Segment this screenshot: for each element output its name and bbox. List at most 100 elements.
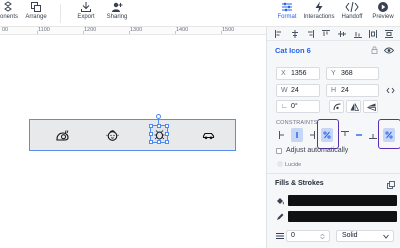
- distribute-vertical-icon[interactable]: [385, 29, 394, 38]
- field-prefix: Y: [331, 70, 336, 77]
- selection-box[interactable]: [149, 124, 169, 144]
- constraint-left-button[interactable]: [277, 128, 289, 142]
- field-value: 0°: [291, 103, 298, 110]
- ruler-label: 1200: [84, 27, 97, 33]
- align-center-horizontal-icon[interactable]: [291, 29, 299, 38]
- resize-handle[interactable]: [149, 124, 153, 128]
- stepper-icon[interactable]: [320, 234, 325, 239]
- stroke-width-field[interactable]: 0: [286, 230, 330, 242]
- constraint-center-v-icon: [356, 134, 362, 136]
- interactions-icon: [315, 1, 323, 13]
- align-bottom-icon[interactable]: [353, 30, 362, 38]
- design-canvas[interactable]: [0, 35, 266, 248]
- ruler-label: 1300: [130, 27, 143, 33]
- link-dimensions-icon[interactable]: [386, 87, 395, 94]
- car-icon[interactable]: [202, 129, 215, 142]
- radius-icon: [333, 103, 341, 111]
- toolbar-label: Preview: [372, 14, 394, 20]
- horizontal-ruler: 00 1100 1200 1300 1400 1500: [0, 27, 266, 35]
- format-tab[interactable]: Format: [273, 1, 301, 26]
- resize-handle[interactable]: [165, 132, 169, 136]
- corner-radius-button[interactable]: [329, 100, 344, 113]
- constraint-right-button[interactable]: [305, 128, 317, 142]
- arrange-icon: [31, 2, 41, 12]
- highlight-box-horizontal-scale: [317, 119, 339, 149]
- width-field[interactable]: W 24: [276, 84, 320, 97]
- stroke-row[interactable]: [276, 211, 397, 222]
- constraint-center-h-icon: [296, 132, 298, 138]
- stroke-style-select[interactable]: Solid: [336, 230, 394, 242]
- rotation-handle[interactable]: [156, 114, 161, 119]
- align-right-icon[interactable]: [306, 29, 315, 38]
- constraint-right-icon: [310, 131, 315, 139]
- sharing-button[interactable]: Sharing: [103, 1, 131, 26]
- height-field[interactable]: H 24: [326, 84, 379, 97]
- components-button[interactable]: onents: [0, 1, 22, 26]
- handoff-tab[interactable]: Handoff: [338, 1, 366, 26]
- rotation-field[interactable]: ∟ 0°: [276, 100, 320, 113]
- preview-tab[interactable]: Preview: [369, 1, 397, 26]
- layer-name[interactable]: Cat Icon 6: [275, 46, 311, 55]
- chevron-down-icon: [383, 234, 389, 239]
- toolbar-label: Handoff: [341, 14, 363, 20]
- alignment-toolbar: [267, 27, 400, 41]
- visibility-eye-icon[interactable]: [384, 47, 394, 54]
- ruler-tick: [37, 31, 38, 34]
- copy-style-icon[interactable]: [387, 181, 395, 189]
- section-divider: [267, 173, 400, 174]
- stroke-width-value: 0: [291, 232, 295, 239]
- align-left-icon[interactable]: [274, 29, 283, 38]
- resize-handle[interactable]: [165, 140, 169, 144]
- resize-handle[interactable]: [165, 124, 169, 128]
- resize-handle[interactable]: [149, 140, 153, 144]
- toolbar-divider: [60, 4, 61, 23]
- y-position-field[interactable]: Y 368: [326, 67, 379, 80]
- adjust-automatically-checkbox[interactable]: [276, 148, 282, 154]
- flip-vertical-button[interactable]: [363, 100, 378, 113]
- toolbar-label: Format: [277, 14, 297, 20]
- bug-icon[interactable]: [154, 129, 165, 140]
- constraint-top-button[interactable]: [339, 128, 351, 142]
- snail-icon[interactable]: [56, 129, 69, 142]
- components-icon: [4, 1, 12, 12]
- field-value: 1356: [291, 70, 307, 77]
- flip-horizontal-button[interactable]: [346, 100, 361, 113]
- toolbar-label: Sharing: [106, 14, 128, 20]
- constraints-label: CONSTRAINTS: [276, 120, 318, 126]
- icon-frame[interactable]: [29, 114, 236, 151]
- handoff-icon: [345, 1, 359, 13]
- interactions-tab[interactable]: Interactions: [302, 1, 336, 26]
- stroke-style-value: Solid: [342, 232, 358, 239]
- field-value: 24: [341, 87, 349, 94]
- stroke-width-icon: [276, 233, 284, 239]
- fill-row[interactable]: [276, 195, 397, 206]
- sharing-icon: [112, 2, 123, 12]
- ruler-label: 1100: [38, 27, 50, 33]
- align-center-vertical-icon[interactable]: [337, 30, 346, 38]
- distribute-horizontal-icon[interactable]: [369, 29, 378, 38]
- field-prefix: X: [281, 70, 286, 77]
- baby-icon[interactable]: [106, 129, 119, 142]
- constraint-bottom-icon: [369, 134, 377, 139]
- resize-handle[interactable]: [149, 132, 153, 136]
- fill-color-swatch[interactable]: [288, 195, 397, 206]
- align-top-icon[interactable]: [322, 29, 331, 38]
- field-prefix: ∟: [281, 103, 288, 110]
- pen-icon: [277, 213, 284, 220]
- toolbar-label: Export: [77, 14, 95, 20]
- format-icon: [282, 2, 292, 12]
- constraint-center-v-button[interactable]: [353, 128, 365, 142]
- export-icon: [81, 2, 91, 12]
- constraint-left-icon: [279, 131, 284, 139]
- paint-bucket-icon: [277, 198, 284, 205]
- constraint-center-h-button[interactable]: [291, 128, 303, 142]
- export-button[interactable]: Export: [72, 1, 100, 26]
- lock-icon[interactable]: [371, 46, 378, 54]
- x-position-field[interactable]: X 1356: [276, 67, 320, 80]
- layer-title-row: Cat Icon 6: [267, 44, 400, 56]
- arrange-button[interactable]: Arrange: [22, 1, 50, 26]
- toolbar-label: Arrange: [25, 14, 47, 20]
- resize-handle[interactable]: [157, 140, 161, 144]
- toolbar-label: onents: [0, 14, 18, 20]
- stroke-color-swatch[interactable]: [288, 211, 397, 222]
